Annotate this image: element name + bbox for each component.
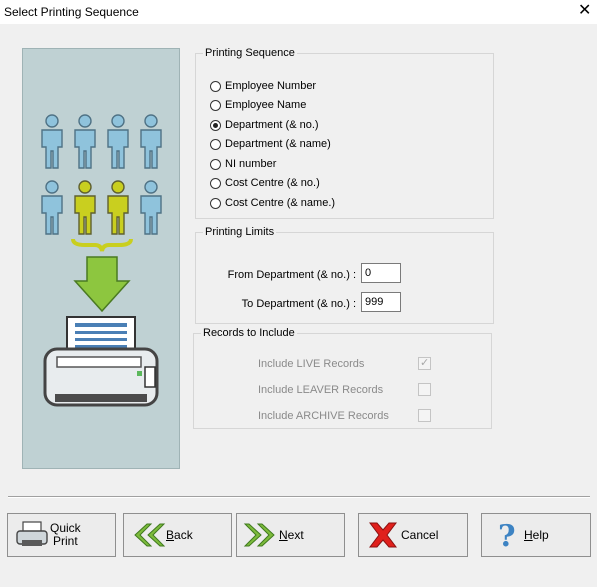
from-department-input[interactable] bbox=[361, 263, 401, 283]
radio-label: Cost Centre (& no.) bbox=[225, 177, 320, 189]
radio-button-selected[interactable] bbox=[210, 119, 221, 131]
radio-button[interactable] bbox=[210, 197, 221, 209]
svg-text:?: ? bbox=[498, 520, 516, 550]
radio-cost-centre-no[interactable]: Cost Centre (& no.) bbox=[210, 175, 320, 191]
radio-cost-centre-name[interactable]: Cost Centre (& name.) bbox=[210, 195, 335, 211]
selected-employee-person-icon bbox=[107, 180, 129, 235]
to-department-input[interactable] bbox=[361, 292, 401, 312]
title-bar: Select Printing Sequence ✕ bbox=[0, 0, 597, 24]
radio-button[interactable] bbox=[210, 80, 221, 92]
radio-button[interactable] bbox=[210, 177, 221, 189]
cancel-label: Cancel bbox=[401, 528, 439, 542]
printing-sequence-legend: Printing Sequence bbox=[205, 47, 295, 59]
selected-employee-person-icon bbox=[74, 180, 96, 235]
separator bbox=[8, 496, 590, 498]
include-leaver-checkbox[interactable] bbox=[418, 383, 431, 396]
printer-icon bbox=[16, 521, 48, 546]
radio-department-name[interactable]: Department (& name) bbox=[210, 136, 331, 152]
employee-person-icon bbox=[107, 114, 129, 169]
radio-employee-name[interactable]: Employee Name bbox=[210, 97, 306, 113]
printer-illustration bbox=[43, 316, 159, 407]
double-chevron-right-icon bbox=[243, 523, 275, 547]
employees-to-printer-illustration bbox=[22, 48, 180, 469]
radio-employee-number[interactable]: Employee Number bbox=[210, 78, 316, 94]
radio-label: Employee Name bbox=[225, 99, 307, 111]
include-live-label: Include LIVE Records bbox=[258, 358, 365, 370]
radio-label: Department (& no.) bbox=[225, 119, 319, 131]
include-archive-checkbox[interactable] bbox=[418, 409, 431, 422]
printing-limits-group: Printing Limits From Department (& no.) … bbox=[195, 226, 494, 324]
include-live-checkbox[interactable]: ✓ bbox=[418, 357, 431, 370]
radio-label: Department (& name) bbox=[225, 138, 331, 150]
close-icon[interactable]: ✕ bbox=[578, 2, 591, 20]
selection-brace bbox=[71, 238, 133, 252]
help-label: Help bbox=[524, 528, 549, 542]
to-department-label: To Department (& no.) : bbox=[241, 298, 356, 310]
employee-person-icon bbox=[74, 114, 96, 169]
employee-person-icon bbox=[140, 180, 162, 235]
records-legend: Records to Include bbox=[203, 327, 295, 339]
back-button[interactable]: Back bbox=[123, 513, 232, 557]
include-archive-label: Include ARCHIVE Records bbox=[258, 410, 389, 422]
radio-button[interactable] bbox=[210, 158, 221, 170]
question-mark-icon: ? bbox=[498, 520, 516, 550]
radio-button[interactable] bbox=[210, 99, 221, 111]
employee-person-icon bbox=[41, 114, 63, 169]
employee-person-icon bbox=[140, 114, 162, 169]
radio-label: NI number bbox=[225, 158, 277, 170]
radio-button[interactable] bbox=[210, 138, 221, 150]
radio-label: Employee Number bbox=[225, 80, 317, 92]
radio-label: Cost Centre (& name.) bbox=[225, 197, 336, 209]
radio-department-no[interactable]: Department (& no.) bbox=[210, 117, 319, 133]
from-department-label: From Department (& no.) : bbox=[227, 269, 356, 281]
next-label: Next bbox=[279, 528, 304, 542]
printing-sequence-group: Printing Sequence Employee Number Employ… bbox=[195, 47, 494, 219]
radio-ni-number[interactable]: NI number bbox=[210, 156, 276, 172]
back-label: Back bbox=[166, 528, 193, 542]
records-to-include-group: Records to Include Include LIVE Records … bbox=[193, 327, 492, 429]
checkmark-icon: ✓ bbox=[420, 357, 430, 369]
red-x-icon bbox=[369, 522, 397, 548]
quick-print-button[interactable]: Quick Print bbox=[7, 513, 116, 557]
window-title: Select Printing Sequence bbox=[4, 5, 139, 19]
cancel-button[interactable]: Cancel bbox=[358, 513, 468, 557]
employee-person-icon bbox=[41, 180, 63, 235]
quick-print-label: Quick Print bbox=[50, 521, 81, 548]
double-chevron-left-icon bbox=[134, 523, 166, 547]
next-button[interactable]: Next bbox=[236, 513, 345, 557]
printing-limits-legend: Printing Limits bbox=[205, 226, 275, 238]
help-button[interactable]: ? Help bbox=[481, 513, 591, 557]
down-arrow-icon bbox=[73, 256, 131, 313]
include-leaver-label: Include LEAVER Records bbox=[258, 384, 384, 396]
